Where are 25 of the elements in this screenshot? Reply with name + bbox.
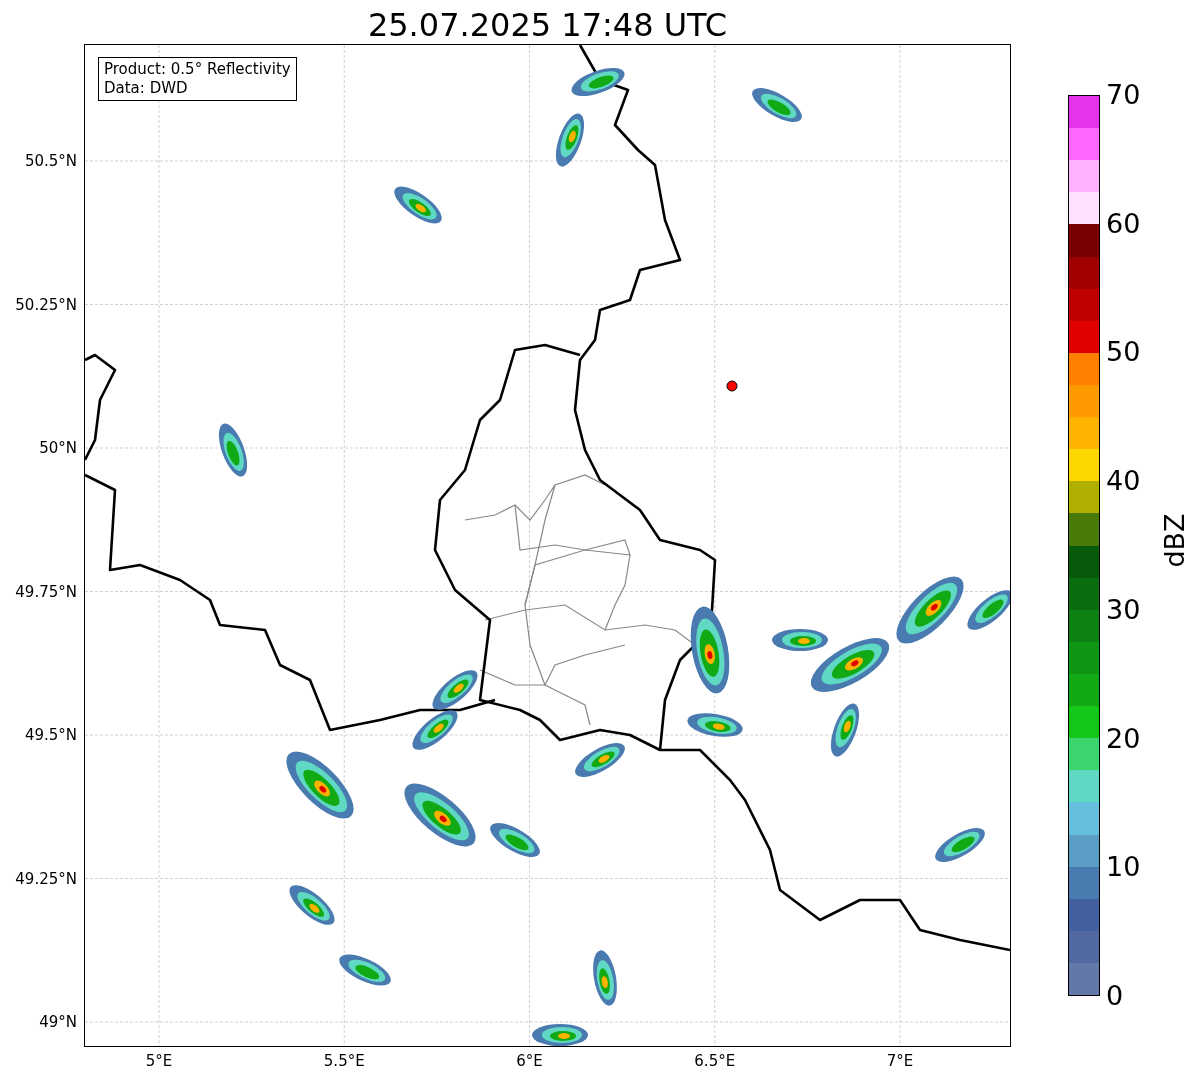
latitude-tick-label: 49.75°N	[15, 582, 77, 601]
latitude-tick-label: 49°N	[39, 1013, 77, 1031]
colorbar-tick-label: 20	[1106, 723, 1141, 754]
latitude-tick-label: 50.5°N	[24, 152, 77, 170]
longitude-tick-label: 7°E	[885, 1052, 915, 1070]
longitude-tick-label: 5°E	[144, 1052, 174, 1070]
colorbar-tick-label: 30	[1106, 594, 1141, 625]
latitude-tick-label: 49.25°N	[15, 869, 77, 888]
colorbar-tick-label: 40	[1106, 466, 1141, 497]
longitude-tick-label: 6.5°E	[693, 1052, 737, 1070]
colorbar-tick-label: 70	[1106, 80, 1141, 110]
latitude-tick-label: 50°N	[39, 439, 77, 457]
legend-text: Data: DWD	[104, 79, 189, 98]
longitude-tick-label: 5.5°E	[322, 1052, 366, 1070]
latitude-tick-label: 49.5°N	[24, 726, 77, 744]
colorbar-label: dBZ	[1158, 513, 1190, 568]
longitude-tick-label: 6°E	[515, 1052, 544, 1070]
colorbar-tick-label: 10	[1106, 852, 1141, 883]
radar-site-marker	[726, 380, 738, 392]
chart-title: 25.07.2025 17:48 UTC	[366, 5, 729, 45]
latitude-tick-label: 50.25°N	[15, 295, 77, 314]
colorbar-tick-label: 50	[1106, 337, 1141, 368]
colorbar-tick-label: 0	[1106, 981, 1124, 1011]
colorbar-tick-label: 60	[1106, 208, 1141, 239]
legend-text: Product: 0.5° Reflectivity	[104, 60, 291, 79]
